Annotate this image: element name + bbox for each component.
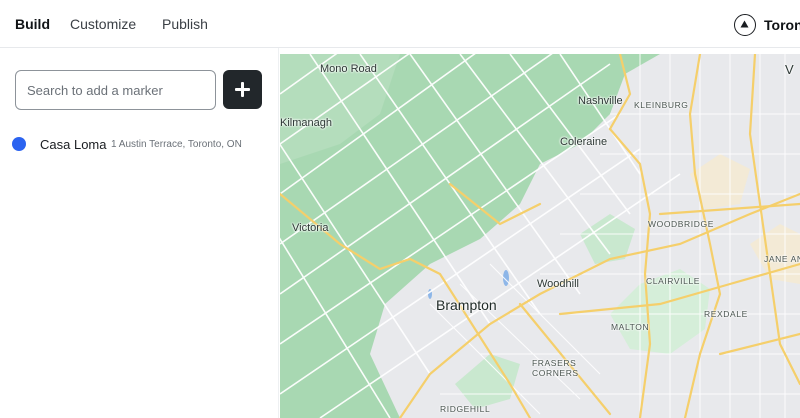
tab-customize[interactable]: Customize xyxy=(70,16,136,32)
map-label-malton: MALTON xyxy=(611,322,650,332)
tab-build[interactable]: Build xyxy=(15,16,50,32)
map-label-kilmanagh: Kilmanagh xyxy=(280,117,332,129)
add-marker-button[interactable] xyxy=(223,70,262,109)
map-label-coleraine: Coleraine xyxy=(560,136,608,148)
plus-icon xyxy=(235,82,250,97)
map-label-clairville: CLAIRVILLE xyxy=(646,276,701,286)
map-label-corners: CORNERS xyxy=(532,368,579,378)
map-canvas[interactable]: Mono Road Nashville KLEINBURG Kilmanagh … xyxy=(280,54,800,418)
map-label-rexdale: REXDALE xyxy=(704,309,748,319)
map-label-woodhill: Woodhill xyxy=(537,278,579,290)
map-label-brampton: Brampton xyxy=(436,297,497,313)
map-label-kleinburg: KLEINBURG xyxy=(634,100,689,110)
marker-list-item[interactable]: Casa Loma 1 Austin Terrace, Toronto, ON xyxy=(0,130,279,160)
marker-dot xyxy=(12,137,26,151)
sidebar: Casa Loma 1 Austin Terrace, Toronto, ON xyxy=(0,48,279,418)
triangle-up-icon xyxy=(734,14,756,36)
map-label-victoria: Victoria xyxy=(292,222,329,234)
map-label-jane-and: JANE AND xyxy=(764,254,800,264)
account-name: Toron xyxy=(764,17,800,33)
top-navigation: Build Customize Publish Toron xyxy=(0,0,800,48)
map-label-woodbridge: WOODBRIDGE xyxy=(648,219,714,229)
map-label-ridgehill: RIDGEHILL xyxy=(440,404,491,414)
marker-address: 1 Austin Terrace, Toronto, ON xyxy=(111,139,242,150)
marker-name: Casa Loma xyxy=(40,137,107,152)
map-label-mono-road: Mono Road xyxy=(320,63,377,75)
search-input[interactable] xyxy=(15,70,216,110)
tab-publish[interactable]: Publish xyxy=(162,16,208,32)
map-label-nashville: Nashville xyxy=(578,95,623,107)
map-label-v: V xyxy=(785,62,794,77)
